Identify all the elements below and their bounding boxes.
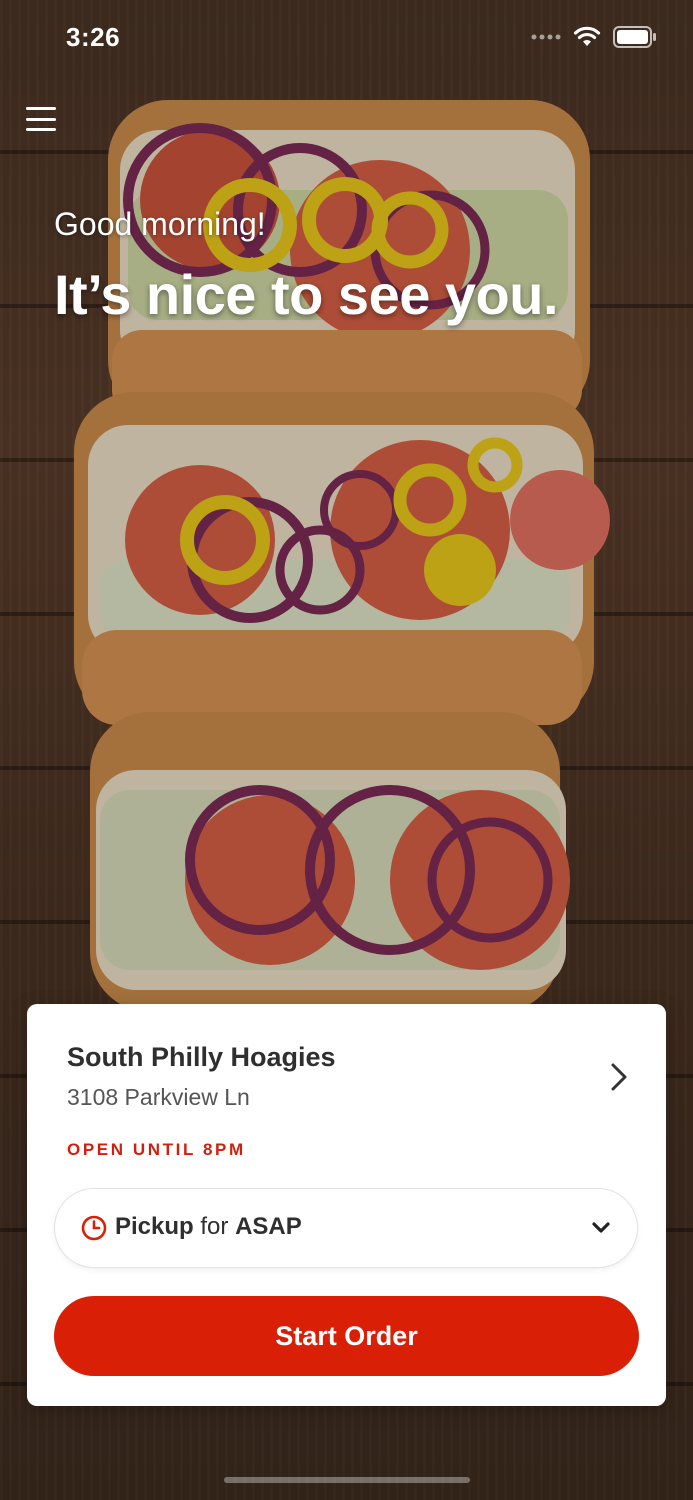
fulfillment-summary: Pickup for ASAP bbox=[115, 1213, 302, 1241]
home-indicator[interactable] bbox=[224, 1477, 470, 1483]
chevron-right-icon bbox=[611, 1063, 627, 1091]
clock-icon bbox=[81, 1215, 107, 1241]
signal-icon bbox=[531, 34, 561, 40]
store-details-link[interactable]: South Philly Hoagies 3108 Parkview Ln bbox=[27, 1004, 666, 1124]
store-address: 3108 Parkview Ln bbox=[67, 1084, 250, 1110]
chevron-down-icon bbox=[592, 1222, 610, 1233]
status-time: 3:26 bbox=[66, 22, 121, 52]
start-order-button[interactable]: Start Order bbox=[54, 1296, 639, 1376]
battery-icon bbox=[613, 26, 656, 48]
greeting-text: Good morning! bbox=[54, 206, 266, 242]
hamburger-menu-icon[interactable] bbox=[24, 104, 58, 134]
wifi-icon bbox=[573, 26, 601, 46]
fulfillment-time-select[interactable]: Pickup for ASAP bbox=[54, 1188, 638, 1268]
headline-text: It’s nice to see you. bbox=[54, 263, 559, 326]
status-icons bbox=[531, 26, 657, 48]
store-card: South Philly Hoagies 3108 Parkview Ln OP… bbox=[27, 1004, 666, 1406]
status-bar: 3:26 bbox=[0, 0, 693, 80]
fulfillment-connector: for bbox=[200, 1213, 229, 1240]
fulfillment-mode: Pickup bbox=[115, 1213, 194, 1240]
store-hours: OPEN UNTIL 8PM bbox=[67, 1140, 246, 1159]
store-name: South Philly Hoagies bbox=[67, 1042, 336, 1072]
fulfillment-time: ASAP bbox=[235, 1213, 302, 1240]
